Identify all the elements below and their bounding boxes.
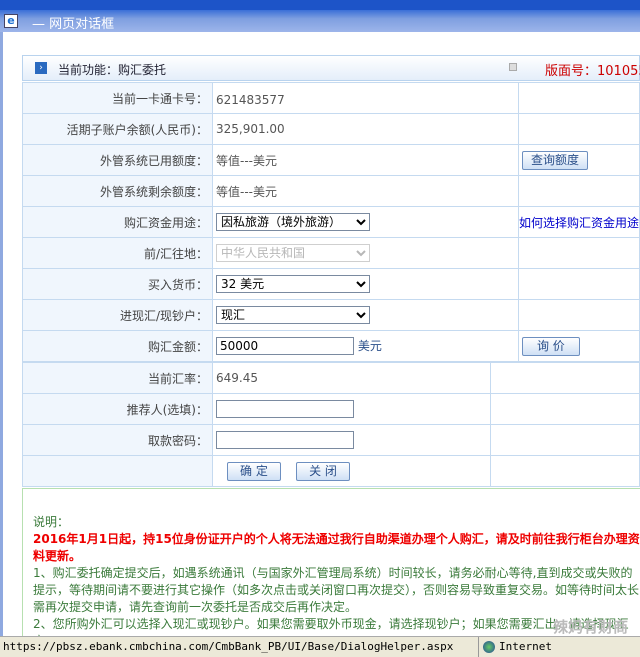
rate-label: 当前汇率：	[22, 362, 213, 394]
status-bar: https://pbsz.ebank.cmbchina.com/CmbBank_…	[0, 636, 640, 657]
purpose-help-link[interactable]: 如何选择购汇资金用途	[519, 216, 639, 230]
status-url: https://pbsz.ebank.cmbchina.com/CmbBank_…	[3, 640, 454, 653]
referrer-input[interactable]	[216, 400, 354, 418]
security-zone: Internet	[478, 637, 552, 657]
ie-icon: e	[4, 14, 18, 28]
version-number: 版面号：101055	[545, 64, 640, 79]
confirm-button[interactable]: 确 定	[227, 461, 281, 481]
notes-warning: 2016年1月1日起，持15位身份证开户的个人将无法通过我行自助渠道办理个人购汇…	[33, 532, 640, 563]
currency-select[interactable]: 32 美元	[215, 275, 370, 293]
rate-value: 649.45	[212, 362, 491, 394]
purpose-label: 购汇资金用途：	[22, 206, 213, 238]
arrow-icon: ›	[35, 62, 47, 74]
currency-label: 买入货币：	[22, 268, 213, 300]
used-quota-value: 等值---美元	[211, 144, 519, 176]
destination-label: 前/汇往地：	[22, 237, 213, 269]
purpose-select[interactable]: 因私旅游（境外旅游）	[215, 213, 370, 231]
rate-form: 当前汇率： 649.45 推荐人(选填)： 取款密码： 确 定 关 闭	[22, 362, 640, 487]
password-label: 取款密码：	[22, 424, 213, 456]
query-quota-button[interactable]: 查询额度	[521, 150, 588, 170]
remaining-quota-value: 等值---美元	[211, 175, 519, 207]
card-label: 当前一卡通卡号：	[22, 82, 213, 114]
purchase-form: 当前一卡通卡号： 621483577 活期子账户余额(人民币)： 325,901.0…	[22, 82, 640, 362]
destination-select[interactable]: 中华人民共和国	[215, 244, 370, 262]
notes-item-2: 2、您所购外汇可以选择入现汇或现钞户。如果您需要取外币现金，请选择现钞户；如果您…	[33, 617, 629, 637]
amount-unit: 美元	[357, 339, 382, 353]
amount-input[interactable]	[215, 337, 354, 355]
balance-value: 325,901.00	[211, 113, 519, 145]
referrer-label: 推荐人(选填)：	[22, 393, 213, 425]
function-header: › 当前功能：购汇委托 版面号：101055	[22, 55, 640, 81]
account-type-select[interactable]: 现汇	[215, 306, 370, 324]
inquire-price-button[interactable]: 询 价	[521, 336, 580, 356]
account-type-label: 进现汇/现钞户：	[22, 299, 213, 331]
window-title: — 网页对话框	[32, 17, 115, 32]
title-bar: e — 网页对话框	[0, 0, 640, 32]
password-input[interactable]	[216, 431, 354, 449]
amount-label: 购汇金额：	[22, 330, 213, 362]
notes-item-1: 1、购汇委托确定提交后，如遇系统通讯（与国家外汇管理局系统）时间较长，请务必耐心…	[33, 566, 640, 614]
remaining-quota-label: 外管系统剩余额度：	[22, 175, 213, 207]
notes-panel: 说明： 2016年1月1日起，持15位身份证开户的个人将无法通过我行自助渠道办理…	[22, 488, 640, 638]
notes-title: 说明：	[33, 515, 70, 529]
close-button[interactable]: 关 闭	[296, 461, 350, 481]
globe-icon	[483, 641, 495, 653]
current-function: 当前功能：购汇委托	[58, 63, 167, 77]
used-quota-label: 外管系统已用额度：	[22, 144, 213, 176]
collapse-icon[interactable]	[509, 63, 517, 71]
balance-label: 活期子账户余额(人民币)：	[22, 113, 213, 145]
card-value: 621483577	[215, 92, 285, 107]
watermark: 辣妈有财商	[552, 618, 628, 636]
